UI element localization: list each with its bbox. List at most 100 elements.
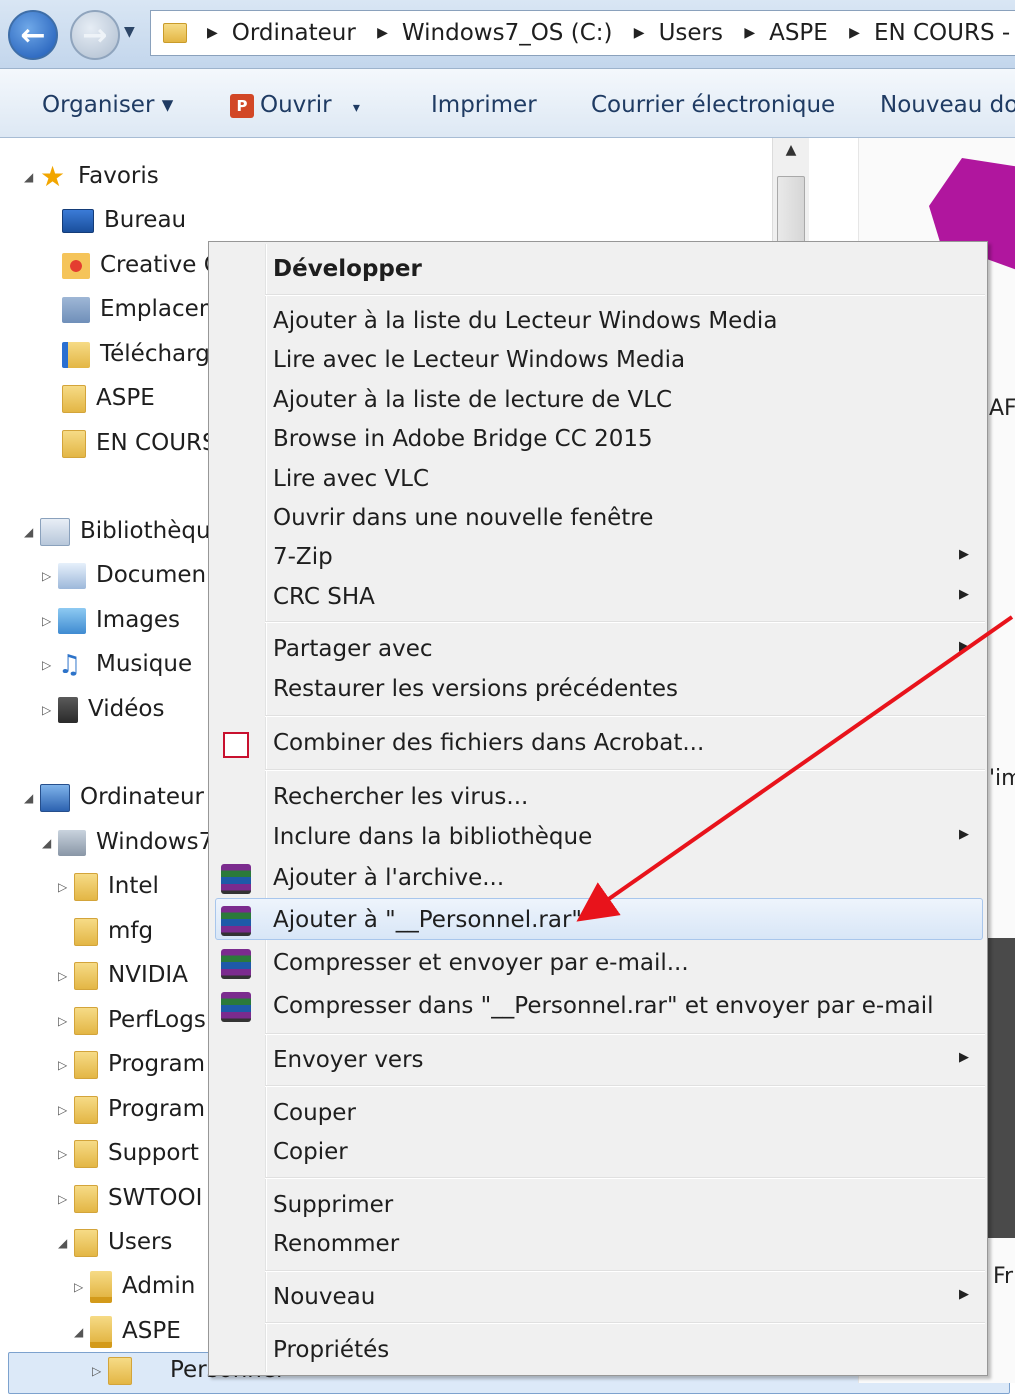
folder-icon (62, 384, 86, 413)
menu-item-acrobat-combine[interactable]: Combiner des fichiers dans Acrobat... (273, 724, 704, 762)
crumb-en-cours[interactable]: EN COURS - RAP (874, 20, 1015, 46)
collapsed-triangle-icon[interactable]: ▷ (92, 1351, 108, 1391)
back-arrow-icon[interactable]: ← (8, 10, 58, 60)
menu-item-send-to[interactable]: Envoyer vers (273, 1041, 424, 1079)
chevron-right-icon[interactable]: ▶ (377, 25, 388, 41)
menu-item-restore[interactable]: Restaurer les versions précédentes (273, 670, 678, 708)
menu-item-wmp-play[interactable]: Lire avec le Lecteur Windows Media (273, 341, 685, 379)
tree-item-users[interactable]: ◢ Users (58, 1222, 172, 1262)
menu-item-7zip[interactable]: 7-Zip (273, 538, 333, 576)
menu-item-virus-scan[interactable]: Rechercher les virus... (273, 778, 528, 816)
collapsed-triangle-icon[interactable]: ▷ (42, 690, 58, 730)
tree-item-desktop[interactable]: Bureau (62, 200, 186, 240)
menu-item-vlc-play[interactable]: Lire avec VLC (273, 460, 429, 498)
collapsed-triangle-icon[interactable]: ▷ (42, 645, 58, 685)
submenu-arrow-icon: ▶ (959, 827, 969, 842)
tree-item-swtools[interactable]: ▷ SWTOOI (58, 1178, 202, 1218)
organize-button[interactable]: Organiser ▾ (42, 92, 173, 118)
collapsed-triangle-icon[interactable]: ▷ (58, 956, 74, 996)
collapsed-triangle-icon[interactable]: ▷ (74, 1267, 90, 1307)
expanded-triangle-icon[interactable]: ◢ (24, 512, 40, 552)
open-button[interactable]: P Ouvrir ▾ (230, 92, 360, 118)
menu-item-new-window[interactable]: Ouvrir dans une nouvelle fenêtre (273, 499, 653, 537)
tree-item-perflogs[interactable]: ▷ PerfLogs (58, 1000, 206, 1040)
tree-item-aspe-user[interactable]: ◢ ASPE (74, 1311, 181, 1351)
collapsed-triangle-icon[interactable]: ▷ (58, 1179, 74, 1219)
tree-item-intel[interactable]: ▷ Intel (58, 866, 159, 906)
tree-item-mfg[interactable]: mfg (74, 911, 153, 951)
collapsed-triangle-icon[interactable]: ▷ (58, 1001, 74, 1041)
expanded-triangle-icon[interactable]: ◢ (58, 1223, 74, 1263)
collapsed-triangle-icon[interactable]: ▷ (42, 601, 58, 641)
menu-item-share[interactable]: Partager avec (273, 630, 433, 668)
tree-item-locations[interactable]: Emplacem (62, 289, 221, 329)
tree-item-admin[interactable]: ▷ Admin (74, 1266, 195, 1306)
expanded-triangle-icon[interactable]: ◢ (74, 1312, 90, 1352)
menu-item-copy[interactable]: Copier (273, 1133, 348, 1171)
tree-item-documents[interactable]: ▷ Documen (42, 555, 206, 595)
new-document-button[interactable]: Nouveau do (880, 92, 1015, 118)
menu-item-cut[interactable]: Couper (273, 1094, 356, 1132)
tree-item-en-cours[interactable]: EN COURS (62, 423, 217, 463)
forward-arrow-icon[interactable]: → (70, 10, 120, 60)
submenu-arrow-icon: ▶ (959, 587, 969, 602)
chevron-right-icon[interactable]: ▶ (744, 25, 755, 41)
menu-item-crc-sha[interactable]: CRC SHA (273, 578, 375, 616)
menu-separator (265, 1322, 985, 1324)
preview-dark-block (987, 938, 1015, 1238)
crumb-drive[interactable]: Windows7_OS (C:) (402, 20, 613, 46)
scroll-up-arrow-icon[interactable]: ▲ (773, 142, 809, 158)
nav-scrollbar[interactable]: ▲ (772, 138, 809, 244)
menu-item-new[interactable]: Nouveau (273, 1278, 375, 1316)
tree-item-nvidia[interactable]: ▷ NVIDIA (58, 955, 188, 995)
tree-item-downloads[interactable]: Télécharg (62, 334, 210, 374)
menu-item-properties[interactable]: Propriétés (273, 1331, 389, 1369)
expanded-triangle-icon[interactable]: ◢ (24, 778, 40, 818)
crumb-computer[interactable]: Ordinateur (232, 20, 356, 46)
collapsed-triangle-icon[interactable]: ▷ (58, 1045, 74, 1085)
menu-item-compress-rar-email[interactable]: Compresser dans "__Personnel.rar" et env… (273, 987, 934, 1025)
folder-icon (74, 1006, 98, 1035)
tree-item-images[interactable]: ▷ Images (42, 600, 180, 640)
collapsed-triangle-icon[interactable]: ▷ (58, 867, 74, 907)
menu-item-include-library[interactable]: Inclure dans la bibliothèque (273, 818, 592, 856)
tree-item-computer[interactable]: ◢ Ordinateur (24, 777, 204, 817)
chevron-right-icon[interactable]: ▶ (207, 25, 218, 41)
collapsed-triangle-icon[interactable]: ▷ (58, 1134, 74, 1174)
tree-item-favorites[interactable]: ◢ ★ Favoris (24, 156, 159, 196)
collapsed-triangle-icon[interactable]: ▷ (42, 556, 58, 596)
menu-item-add-to-rar[interactable]: Ajouter à "__Personnel.rar" (273, 901, 582, 939)
menu-item-expand[interactable]: Développer (273, 250, 422, 288)
history-dropdown-icon[interactable]: ▼ (124, 24, 135, 40)
tree-item-support[interactable]: ▷ Support (58, 1133, 199, 1173)
crumb-users[interactable]: Users (659, 20, 723, 46)
open-dropdown-icon[interactable]: ▾ (353, 100, 360, 116)
tree-item-aspe-fav[interactable]: ASPE (62, 378, 155, 418)
crumb-aspe[interactable]: ASPE (769, 20, 828, 46)
menu-item-wmp-add[interactable]: Ajouter à la liste du Lecteur Windows Me… (273, 302, 777, 340)
tree-item-program-files[interactable]: ▷ Program (58, 1044, 205, 1084)
tree-item-windows-drive[interactable]: ◢ Windows7 (42, 822, 213, 862)
collapsed-triangle-icon[interactable]: ▷ (58, 1090, 74, 1130)
tree-item-videos[interactable]: ▷ Vidéos (42, 689, 164, 729)
email-button[interactable]: Courrier électronique (591, 92, 835, 118)
menu-item-vlc-add[interactable]: Ajouter à la liste de lecture de VLC (273, 381, 672, 419)
menu-item-delete[interactable]: Supprimer (273, 1186, 393, 1224)
chevron-right-icon[interactable]: ▶ (849, 25, 860, 41)
chevron-right-icon[interactable]: ▶ (634, 25, 645, 41)
menu-item-bridge[interactable]: Browse in Adobe Bridge CC 2015 (273, 420, 653, 458)
breadcrumb[interactable]: ▶ Ordinateur ▶ Windows7_OS (C:) ▶ Users ▶ AS… (150, 10, 1015, 56)
expanded-triangle-icon[interactable]: ◢ (24, 157, 40, 197)
tree-item-creative-cloud[interactable]: Creative C (62, 245, 220, 285)
menu-item-rename[interactable]: Renommer (273, 1225, 399, 1263)
tree-item-program-files-x86[interactable]: ▷ Program (58, 1089, 205, 1129)
desktop-icon (62, 208, 94, 233)
expanded-triangle-icon[interactable]: ◢ (42, 823, 58, 863)
menu-item-add-archive[interactable]: Ajouter à l'archive... (273, 859, 504, 897)
scroll-thumb[interactable] (777, 176, 805, 244)
menu-item-compress-email[interactable]: Compresser et envoyer par e-mail... (273, 944, 689, 982)
tree-item-libraries[interactable]: ◢ Bibliothèqu (24, 511, 211, 551)
tree-item-music[interactable]: ▷ ♫ Musique (42, 644, 192, 684)
print-button[interactable]: Imprimer (431, 92, 537, 118)
open-label: Ouvrir (260, 92, 332, 118)
